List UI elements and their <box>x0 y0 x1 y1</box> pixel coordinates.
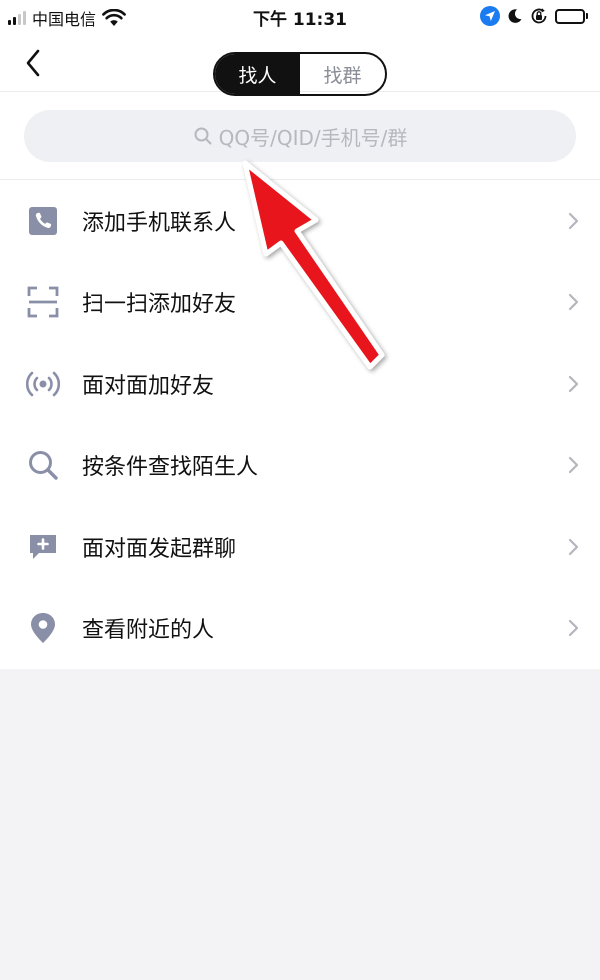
status-right <box>480 6 588 26</box>
list-item-label: 面对面发起群聊 <box>82 536 237 562</box>
list-item-add-phone-contacts[interactable]: 添加手机联系人 <box>0 180 600 262</box>
search-section: QQ号/QID/手机号/群 <box>0 92 600 180</box>
tab-find-groups[interactable]: 找群 <box>300 54 385 94</box>
chevron-right-icon <box>568 538 579 555</box>
moon-icon <box>508 9 522 23</box>
list-item-label: 面对面加好友 <box>82 373 215 399</box>
chevron-right-icon <box>568 212 579 229</box>
phone-contact-icon <box>26 204 60 238</box>
chevron-right-icon <box>568 375 579 392</box>
list-item-search-strangers[interactable]: 按条件查找陌生人 <box>0 425 600 507</box>
face-to-face-signal-icon <box>26 367 60 401</box>
list-item-label: 按条件查找陌生人 <box>82 455 259 481</box>
list-item-face-to-face-group-chat[interactable]: 面对面发起群聊 <box>0 506 600 588</box>
back-button[interactable] <box>16 46 50 80</box>
scan-icon <box>26 285 60 319</box>
list-item-scan-add-friend[interactable]: 扫一扫添加好友 <box>0 262 600 344</box>
top-section: 中国电信 下午 11:31 找人 找群 QQ号/QID/手机号/群 添加手机联系… <box>0 0 600 669</box>
battery-icon <box>555 8 588 24</box>
status-bar: 中国电信 下午 11:31 <box>0 0 600 34</box>
list-item-label: 添加手机联系人 <box>82 210 237 236</box>
chevron-right-icon <box>568 620 579 637</box>
list-item-label: 扫一扫添加好友 <box>82 292 237 318</box>
search-input[interactable]: QQ号/QID/手机号/群 <box>24 110 576 162</box>
list-item-nearby-people[interactable]: 查看附近的人 <box>0 588 600 670</box>
orientation-lock-icon <box>531 8 547 24</box>
search-icon <box>194 127 212 145</box>
nav-bar: 找人 找群 <box>0 34 600 96</box>
chat-plus-icon <box>26 530 60 564</box>
search-icon <box>26 448 60 482</box>
chevron-right-icon <box>568 457 579 474</box>
menu-list: 添加手机联系人 扫一扫添加好友 面对面加好友 按条件查找陌生人 面对面发起群聊 … <box>0 180 600 669</box>
tab-find-people[interactable]: 找人 <box>215 54 300 94</box>
chevron-left-icon <box>26 49 40 77</box>
segmented-control: 找人 找群 <box>213 52 387 96</box>
list-item-label: 查看附近的人 <box>82 618 215 644</box>
list-item-face-to-face-friend[interactable]: 面对面加好友 <box>0 343 600 425</box>
location-icon <box>480 6 500 26</box>
search-placeholder: QQ号/QID/手机号/群 <box>218 125 408 150</box>
location-pin-icon <box>26 611 60 645</box>
chevron-right-icon <box>568 294 579 311</box>
